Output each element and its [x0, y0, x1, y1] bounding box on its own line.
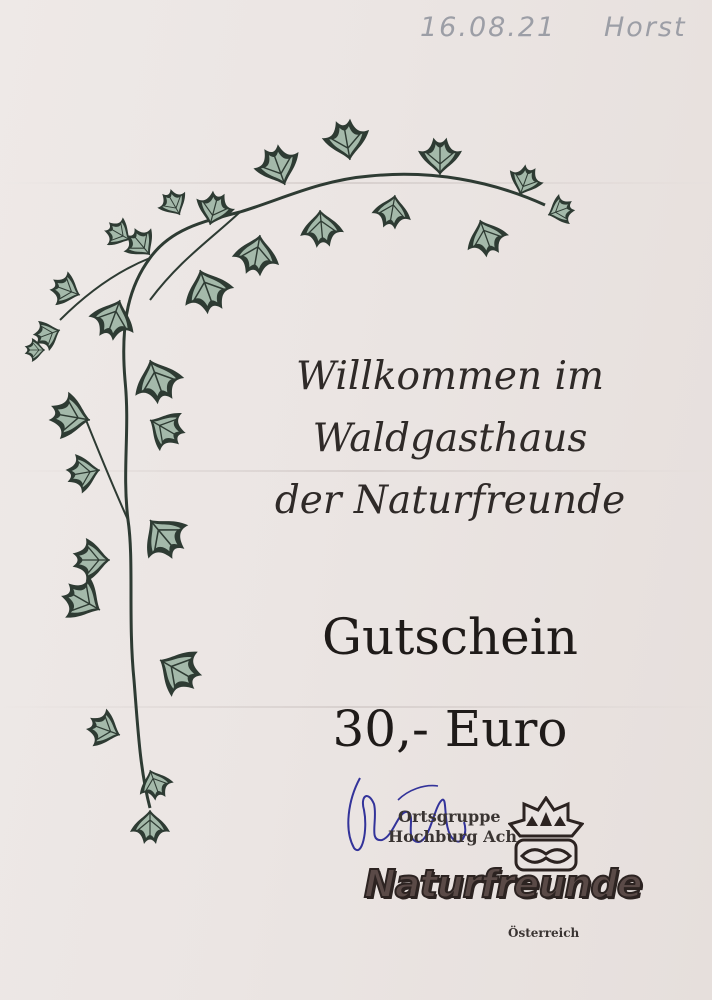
- welcome-line-1: Willkommen im: [296, 354, 604, 399]
- voucher-page: 16.08.21 Horst Willkommen im Waldgasthau…: [0, 0, 712, 1000]
- welcome-line-3: der Naturfreunde: [274, 478, 626, 523]
- stamp-ortsgruppe: Ortsgruppe: [398, 807, 501, 826]
- naturfreunde-brand-text: Naturfreunde: [363, 861, 644, 907]
- voucher-amount: 30,- Euro: [332, 700, 568, 758]
- stamp-location: Hochburg Ach: [388, 827, 517, 846]
- brand-country: Österreich: [508, 926, 580, 940]
- welcome-line-2: Waldgasthaus: [312, 416, 588, 461]
- voucher-title: Gutschein: [322, 608, 578, 666]
